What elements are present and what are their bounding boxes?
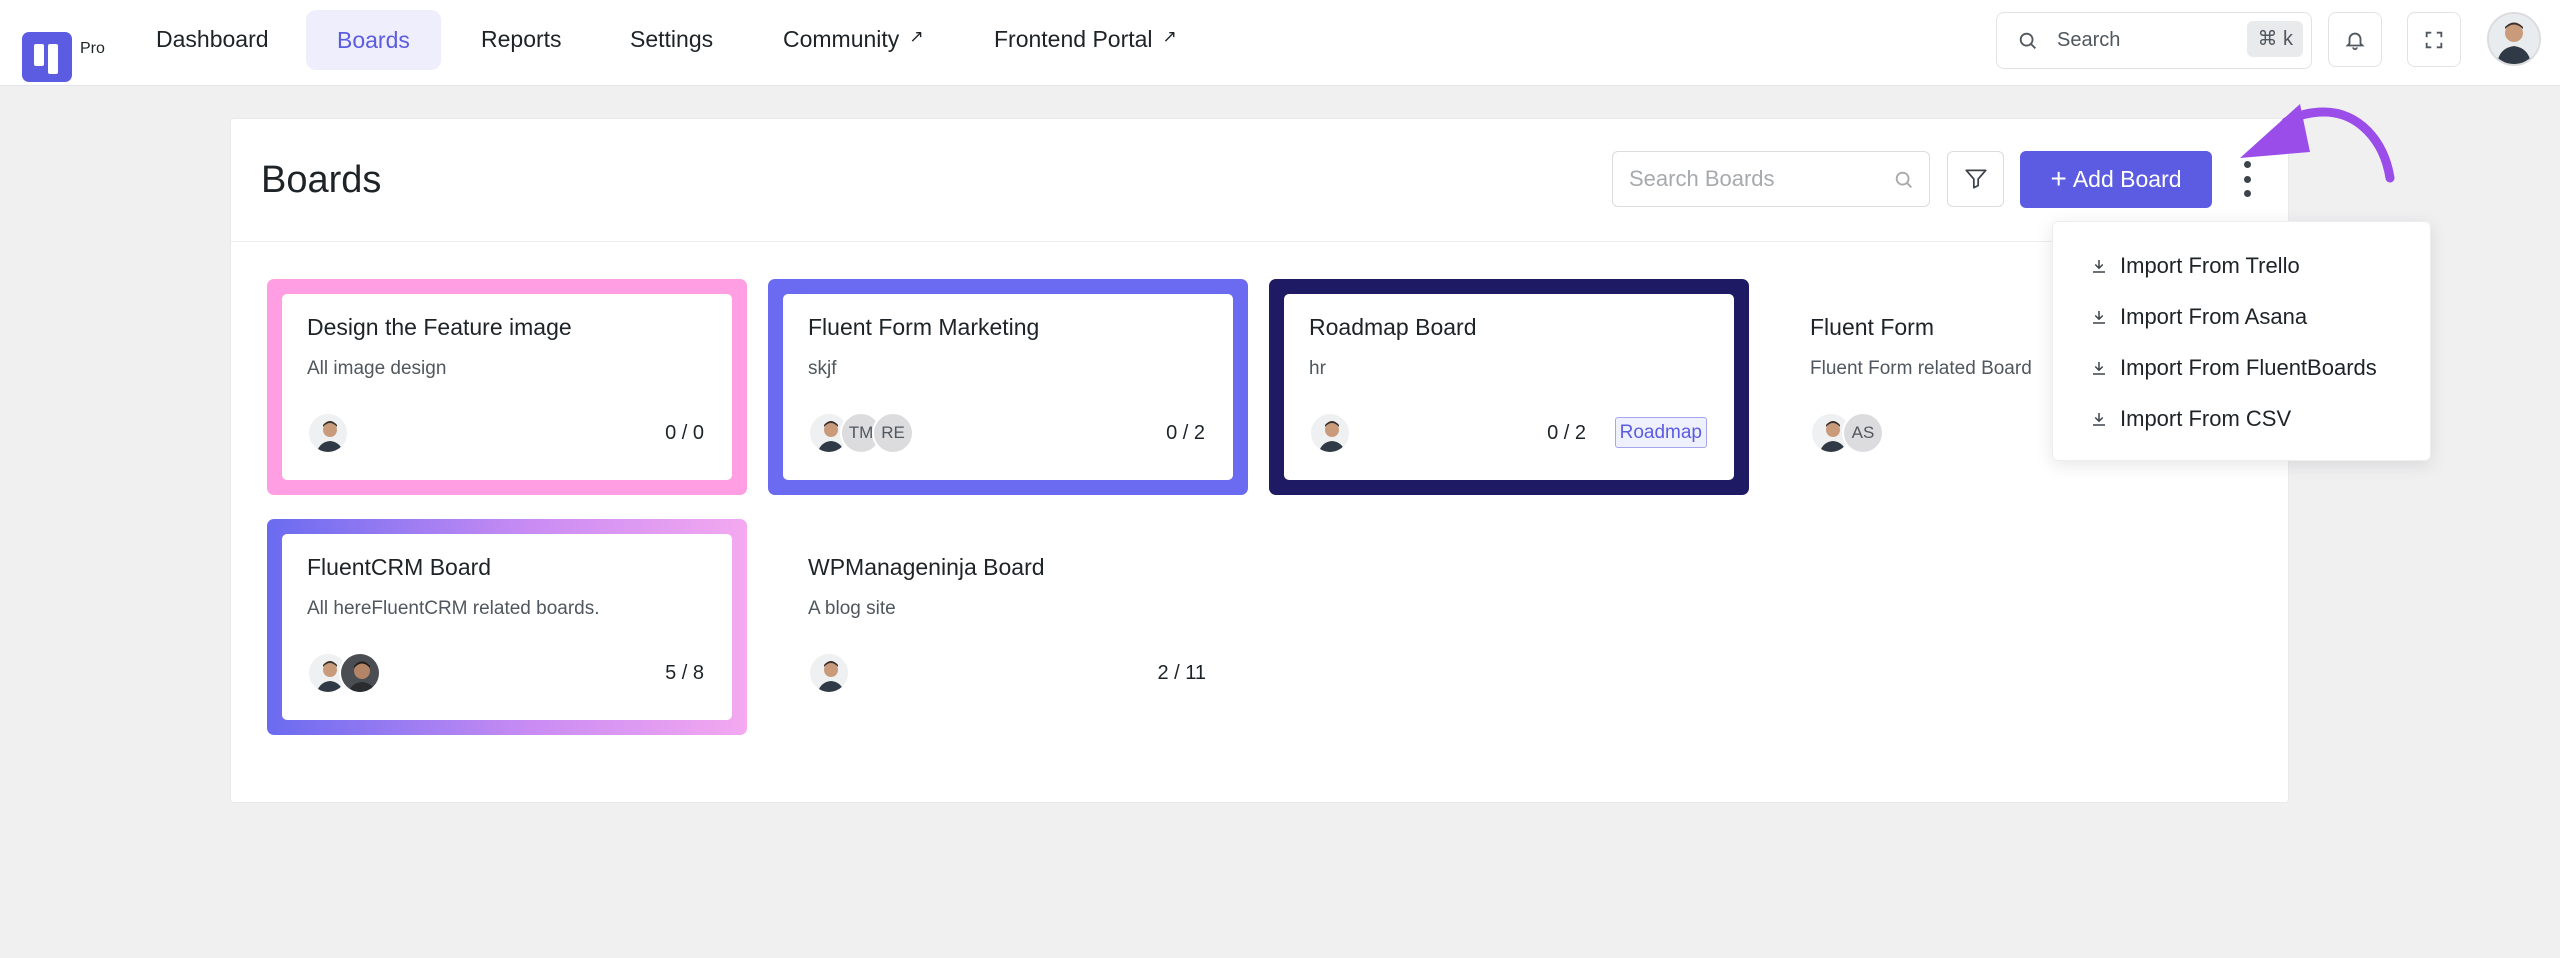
board-task-count: 5 / 8 (665, 662, 704, 684)
bell-icon (2345, 32, 2365, 50)
member-avatar[interactable] (1309, 412, 1351, 454)
fullscreen-button[interactable] (2407, 12, 2461, 67)
board-title: Fluent Form (1810, 314, 1934, 340)
board-search (1612, 151, 1930, 207)
board-task-count: 0 / 2 (1547, 422, 1586, 444)
menu-item-import-trello[interactable]: Import From Trello (2090, 248, 2300, 284)
global-search-label: Search (2057, 29, 2121, 51)
filter-button[interactable] (1947, 151, 2004, 207)
download-icon (2093, 260, 2105, 273)
download-icon (2093, 362, 2105, 375)
app-logo[interactable] (22, 32, 72, 82)
board-card-fluentcrm-board[interactable]: FluentCRM Board All hereFluentCRM relate… (267, 519, 747, 735)
board-search-input[interactable] (1613, 152, 1929, 206)
board-card-body: Fluent Form Marketing skjf TM RE 0 / 2 (783, 294, 1233, 480)
notifications-button[interactable] (2328, 12, 2382, 67)
menu-item-import-asana[interactable]: Import From Asana (2090, 299, 2307, 335)
board-card-wpmanageninja-board[interactable]: WPManageninja Board A blog site 2 / 11 (768, 519, 1248, 735)
board-card-design-the-feature-image[interactable]: Design the Feature image All image desig… (267, 279, 747, 495)
board-title: Design the Feature image (307, 314, 572, 340)
add-board-label: Add Board (2072, 166, 2182, 192)
external-link-icon: ↗ (1162, 27, 1177, 46)
annotation-arrow-icon (2240, 104, 2395, 183)
board-task-count: 0 / 0 (665, 422, 704, 444)
board-members: AS (1810, 412, 1884, 454)
person-avatar-icon (2489, 14, 2539, 64)
member-avatar[interactable] (808, 652, 850, 694)
board-members (307, 652, 381, 694)
download-icon (2093, 311, 2105, 324)
board-description: All hereFluentCRM related boards. (307, 598, 600, 619)
member-initials-avatar[interactable]: RE (872, 412, 914, 454)
search-icon (2019, 32, 2036, 49)
download-icon (2093, 413, 2105, 426)
plus-icon: + (2050, 162, 2067, 194)
board-description: Fluent Form related Board (1810, 358, 2032, 379)
board-card-body: Design the Feature image All image desig… (282, 294, 732, 480)
search-icon (1895, 171, 1912, 188)
import-menu: Import From Trello Import From Asana Imp… (2052, 221, 2431, 461)
page-title: Boards (261, 159, 382, 201)
board-members (1309, 412, 1351, 454)
global-search-button[interactable]: Search ⌘ k (1996, 12, 2312, 69)
board-task-count: 0 / 2 (1166, 422, 1205, 444)
board-description: hr (1309, 358, 1326, 379)
boards-panel: Boards + Add Board Design the Feature im… (230, 118, 2289, 803)
nav-item-dashboard[interactable]: Dashboard (156, 26, 269, 53)
user-avatar[interactable] (2487, 12, 2541, 66)
board-members (307, 412, 349, 454)
board-type-badge: Roadmap (1614, 417, 1707, 448)
board-description: skjf (808, 358, 837, 379)
menu-item-import-csv[interactable]: Import From CSV (2090, 401, 2291, 437)
search-shortcut-badge: ⌘ k (2247, 21, 2303, 57)
nav-item-frontend-portal[interactable]: Frontend Portal ↗ (994, 26, 1177, 53)
header-divider (231, 241, 2288, 242)
external-link-icon: ↗ (909, 27, 924, 46)
member-avatar[interactable] (307, 412, 349, 454)
kebab-dot (2243, 190, 2251, 197)
board-members (808, 652, 850, 694)
board-title: WPManageninja Board (808, 554, 1045, 580)
member-initials-avatar[interactable]: AS (1842, 412, 1884, 454)
top-navigation-bar: Pro Dashboard Boards Reports Settings Co… (0, 0, 2560, 86)
board-title: Fluent Form Marketing (808, 314, 1040, 340)
nav-item-boards[interactable]: Boards (306, 10, 441, 70)
nav-item-community[interactable]: Community ↗ (783, 26, 924, 53)
filter-icon (1964, 169, 1987, 189)
board-card-body: FluentCRM Board All hereFluentCRM relate… (282, 534, 732, 720)
add-board-button[interactable]: + Add Board (2020, 151, 2212, 208)
member-avatar[interactable] (339, 652, 381, 694)
board-members: TM RE (808, 412, 914, 454)
board-description: A blog site (808, 598, 896, 619)
board-title: FluentCRM Board (307, 554, 492, 580)
fullscreen-icon (2425, 31, 2443, 48)
logo-pro-label: Pro (80, 40, 105, 57)
board-card-body: Roadmap Board hr 0 / 2 Roadmap (1284, 294, 1734, 480)
board-task-count: 2 / 11 (1157, 662, 1206, 684)
menu-item-import-fluentboards[interactable]: Import From FluentBoards (2090, 350, 2377, 386)
board-title: Roadmap Board (1309, 314, 1477, 340)
board-card-fluent-form-marketing[interactable]: Fluent Form Marketing skjf TM RE 0 / 2 (768, 279, 1248, 495)
board-card-body: WPManageninja Board A blog site 2 / 11 (768, 519, 1248, 735)
board-description: All image design (307, 358, 447, 379)
board-card-roadmap-board[interactable]: Roadmap Board hr 0 / 2 Roadmap (1269, 279, 1749, 495)
nav-item-settings[interactable]: Settings (630, 26, 713, 53)
nav-item-reports[interactable]: Reports (481, 26, 562, 53)
